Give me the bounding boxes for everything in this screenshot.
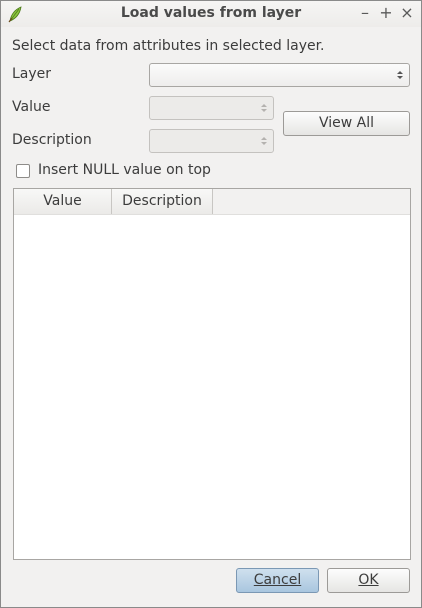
combo-arrows-icon bbox=[397, 71, 403, 79]
minimize-icon[interactable]: – bbox=[356, 4, 374, 22]
dialog-window: Load values from layer – + × Select data… bbox=[0, 0, 422, 608]
view-all-button[interactable]: View All bbox=[283, 111, 410, 136]
combo-arrows-icon bbox=[261, 104, 267, 112]
insert-null-checkbox[interactable] bbox=[16, 164, 30, 178]
close-icon[interactable]: × bbox=[398, 4, 416, 22]
title-bar[interactable]: Load values from layer – + × bbox=[1, 1, 421, 27]
cancel-button-label: Cancel bbox=[253, 572, 302, 588]
insert-null-label: Insert NULL value on top bbox=[38, 162, 211, 178]
cancel-button[interactable]: Cancel bbox=[236, 568, 319, 593]
table-header: Value Description bbox=[14, 189, 410, 215]
column-header-value[interactable]: Value bbox=[14, 189, 112, 214]
combo-arrows-icon bbox=[261, 137, 267, 145]
ok-button-label: OK bbox=[358, 572, 379, 588]
description-field-combobox[interactable] bbox=[149, 129, 274, 153]
layer-label: Layer bbox=[12, 66, 52, 82]
layer-combobox[interactable] bbox=[149, 63, 410, 87]
value-field-combobox[interactable] bbox=[149, 96, 274, 120]
column-header-description[interactable]: Description bbox=[112, 189, 213, 214]
maximize-icon[interactable]: + bbox=[377, 4, 395, 22]
ok-button[interactable]: OK bbox=[327, 568, 410, 593]
value-label: Value bbox=[12, 99, 51, 115]
intro-text: Select data from attributes in selected … bbox=[12, 38, 325, 54]
values-table[interactable]: Value Description bbox=[13, 188, 411, 560]
description-label: Description bbox=[12, 132, 92, 148]
